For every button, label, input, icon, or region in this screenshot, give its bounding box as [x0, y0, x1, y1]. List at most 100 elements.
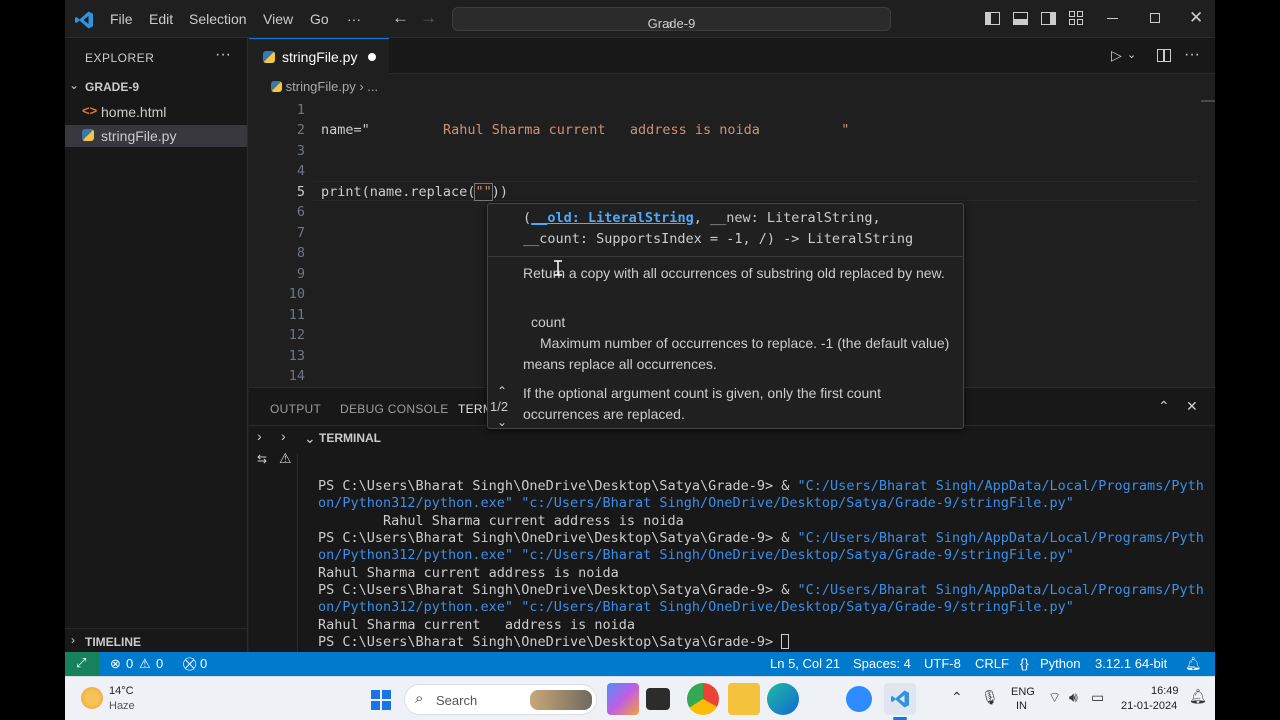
zoom-icon[interactable] — [846, 686, 872, 712]
windows-start-icon[interactable] — [370, 689, 392, 711]
taskbar-search-box[interactable]: ⌕ Search — [404, 684, 597, 715]
terminal-string: on/Python312/python.exe" "c:/Users/Bhara… — [318, 495, 1074, 511]
clock-time[interactable]: 16:49 — [1151, 685, 1179, 697]
menu-file[interactable]: File — [110, 11, 133, 27]
menu-view[interactable]: View — [263, 11, 293, 27]
language-indicator[interactable]: ENG — [1011, 686, 1035, 698]
close-icon[interactable]: ✕ — [1189, 8, 1203, 28]
timeline-section[interactable]: › TIMELINE — [65, 628, 247, 652]
warning-icon[interactable]: ⚠ — [279, 450, 292, 467]
weather-condition[interactable]: Haze — [109, 700, 135, 712]
error-count[interactable]: 0 — [126, 656, 133, 671]
terminal-cursor — [781, 634, 790, 649]
ports-count[interactable]: 0 — [200, 656, 207, 671]
braces-icon[interactable]: {} — [1020, 656, 1029, 671]
vscode-logo-icon — [891, 690, 909, 708]
run-icon[interactable]: ▷ — [1111, 47, 1122, 64]
tab-debug-console[interactable]: DEBUG CONSOLE — [340, 402, 449, 416]
chevron-up-icon[interactable]: ⌃ — [951, 689, 963, 706]
warning-count[interactable]: 0 — [156, 656, 163, 671]
clock-date[interactable]: 21-01-2024 — [1121, 700, 1177, 712]
remote-icon: ⤢ — [76, 655, 87, 670]
windows-taskbar: 14°C Haze ⌕ Search ⌃ 🎙︎ ENG IN ⌔ 🔊︎ ▭ 16… — [65, 676, 1215, 720]
weather-icon[interactable] — [81, 687, 103, 709]
terminal-line: on/Python312/python.exe" "c:/Users/Bhara… — [318, 547, 1074, 563]
edge-icon[interactable] — [767, 683, 799, 715]
terminal-text: PS C:\Users\Bharat Singh\OneDrive\Deskto… — [318, 530, 798, 546]
minimize-icon[interactable] — [1107, 18, 1118, 19]
task-view-icon[interactable] — [646, 688, 670, 710]
battery-icon[interactable]: ▭ — [1091, 689, 1104, 706]
weather-temp[interactable]: 14°C — [109, 685, 134, 697]
tab-stringfile-py[interactable]: stringFile.py — [249, 38, 389, 74]
terminal-section-header[interactable]: TERMINAL — [319, 431, 381, 445]
microphone-icon[interactable]: 🎙︎ — [981, 689, 999, 706]
maximize-panel-icon[interactable]: ⌃ — [1158, 398, 1170, 415]
chevron-right-icon: › — [71, 633, 75, 647]
copilot-icon[interactable] — [607, 683, 639, 715]
chevron-down-icon[interactable]: ⌄ — [497, 415, 507, 429]
line-ending[interactable]: CRLF — [975, 656, 1009, 671]
terminal-line[interactable]: PS C:\Users\Bharat Singh\OneDrive\Deskto… — [318, 634, 790, 650]
encoding[interactable]: UTF-8 — [924, 656, 961, 671]
errors-icon[interactable]: ⊗ — [110, 656, 121, 672]
ports-icon[interactable]: ⛒ — [183, 656, 196, 672]
language-mode[interactable]: Python — [1040, 656, 1080, 671]
terminal-list-icon[interactable]: ⇆ — [257, 452, 267, 466]
menu-more[interactable]: ··· — [347, 11, 361, 27]
file-home-html[interactable]: <> home.html — [65, 101, 247, 123]
warning-icon[interactable]: ⚠ — [139, 656, 151, 672]
minimap[interactable] — [1201, 100, 1215, 102]
wifi-icon[interactable]: ⌔ — [1048, 689, 1061, 707]
indentation[interactable]: Spaces: 4 — [853, 656, 911, 671]
toggle-secondary-sidebar-icon[interactable] — [1041, 12, 1056, 25]
file-stringfile-py[interactable]: stringFile.py — [65, 125, 247, 147]
toggle-panel-icon[interactable] — [1013, 12, 1028, 25]
python-file-icon — [82, 129, 94, 141]
terminal-string: on/Python312/python.exe" "c:/Users/Bhara… — [318, 599, 1074, 615]
breadcrumb-symbol[interactable]: ... — [367, 79, 378, 94]
bell-icon[interactable]: 🔔︎ — [1185, 656, 1202, 672]
file-explorer-icon[interactable] — [728, 683, 760, 715]
remote-indicator[interactable]: ⤢ — [65, 652, 99, 676]
search-highlight-image — [530, 690, 592, 710]
divider — [297, 454, 298, 653]
chevron-right-icon[interactable]: › — [257, 428, 262, 444]
menu-go[interactable]: Go — [310, 11, 329, 27]
toggle-primary-sidebar-icon[interactable] — [985, 12, 1000, 25]
overload-counter: 1/2 — [490, 399, 509, 414]
more-actions-icon[interactable]: ··· — [1184, 46, 1200, 64]
volume-icon[interactable]: 🔊︎ — [1069, 689, 1078, 706]
python-interpreter[interactable]: 3.12.1 64-bit — [1095, 656, 1167, 671]
command-center-search[interactable]: ⌕ Grade-9 — [452, 7, 891, 31]
tab-output[interactable]: OUTPUT — [270, 402, 321, 416]
chevron-down-icon[interactable]: ⌄ — [304, 430, 316, 447]
split-editor-icon[interactable] — [1157, 49, 1171, 62]
customize-layout-icon[interactable] — [1069, 11, 1084, 26]
chevron-up-icon[interactable]: ⌃ — [497, 384, 507, 398]
menu-edit[interactable]: Edit — [149, 11, 173, 27]
notification-bell-icon[interactable]: 🔔︎ — [1189, 688, 1207, 705]
chrome-icon[interactable] — [687, 683, 719, 715]
back-arrow-icon[interactable]: ← — [392, 8, 409, 28]
file-label: stringFile.py — [101, 128, 177, 144]
cursor-position[interactable]: Ln 5, Col 21 — [770, 656, 840, 671]
breadcrumb-file[interactable]: stringFile.py — [286, 79, 356, 94]
language-region[interactable]: IN — [1016, 700, 1027, 712]
folder-label: GRADE-9 — [85, 80, 140, 94]
close-panel-icon[interactable]: ✕ — [1186, 398, 1198, 415]
chevron-right-icon[interactable]: › — [281, 428, 286, 444]
vscode-taskbar-icon[interactable] — [884, 683, 916, 720]
terminal-text: Rahul Sharma current address is noida — [318, 513, 684, 529]
more-actions-icon[interactable]: ··· — [215, 46, 231, 64]
python-file-icon — [271, 81, 282, 92]
restore-icon[interactable] — [1150, 13, 1160, 23]
forward-arrow-icon[interactable]: → — [420, 8, 437, 28]
folder-grade-9[interactable]: ⌄ GRADE-9 — [65, 76, 247, 98]
terminal-line: PS C:\Users\Bharat Singh\OneDrive\Deskto… — [318, 478, 1204, 494]
unsaved-dot-icon[interactable] — [368, 53, 376, 61]
chevron-down-icon[interactable]: ⌄ — [1127, 48, 1136, 61]
signature-help-popup[interactable]: (__old: LiteralString, __new: LiteralStr… — [487, 203, 964, 429]
menu-selection[interactable]: Selection — [189, 11, 247, 27]
code-string: "" — [474, 183, 493, 201]
